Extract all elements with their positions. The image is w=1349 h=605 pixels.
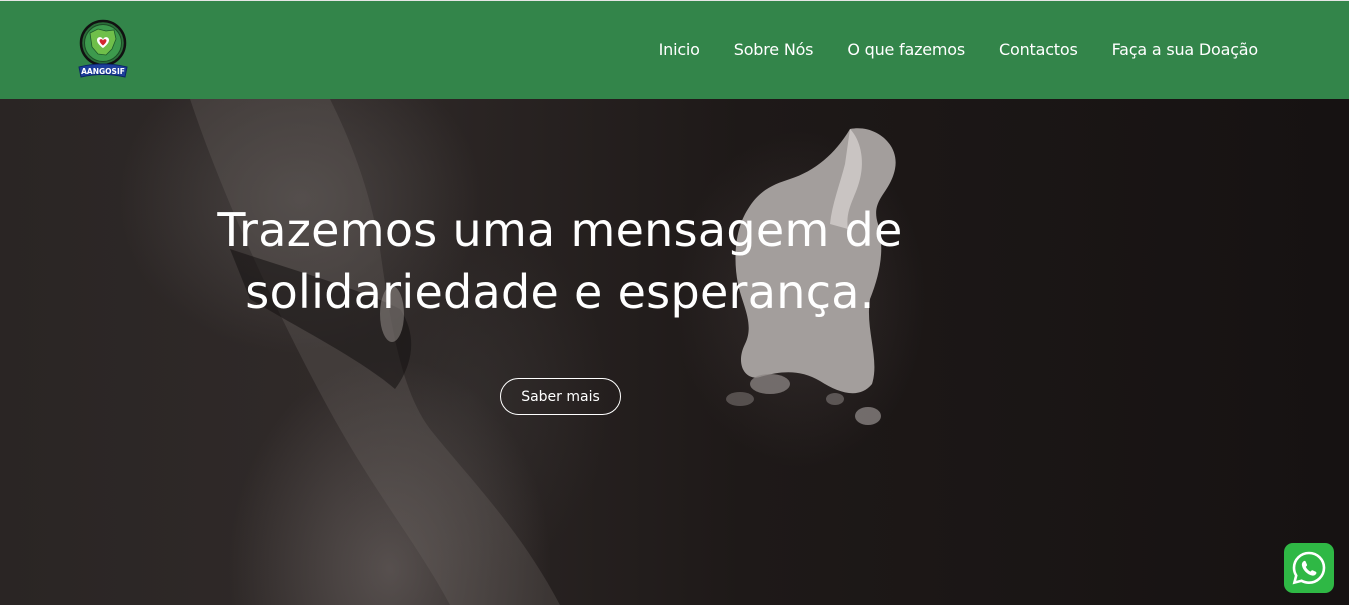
nav-item-doacao: Faça a sua Doação [1112,39,1259,61]
nav-link-inicio[interactable]: Inicio [659,40,700,59]
nav-link-o-que-fazemos[interactable]: O que fazemos [847,40,965,59]
hero-title-line-1: Trazemos uma mensagem de [217,203,903,257]
nav-link-sobre-nos[interactable]: Sobre Nós [734,40,814,59]
hero-background-image [190,99,896,605]
nav-menu: Inicio Sobre Nós O que fazemos Contactos… [659,39,1259,61]
nav-link-contactos[interactable]: Contactos [999,40,1078,59]
top-navbar: AANGOSIF Inicio Sobre Nós O que fazemos … [0,0,1349,99]
hero-title: Trazemos uma mensagem de solidariedade e… [160,199,960,323]
saber-mais-button[interactable]: Saber mais [500,378,621,415]
svg-text:AANGOSIF: AANGOSIF [81,67,125,76]
whatsapp-chat-button[interactable] [1284,543,1334,593]
nav-item-sobre-nos: Sobre Nós [734,39,814,61]
nav-item-o-que-fazemos: O que fazemos [847,39,965,61]
nav-item-contactos: Contactos [999,39,1078,61]
site-logo[interactable]: AANGOSIF [76,19,130,81]
whatsapp-icon [1292,551,1326,585]
nav-item-inicio: Inicio [659,39,700,61]
hero-title-line-2: solidariedade e esperança. [245,265,875,319]
nav-link-doacao[interactable]: Faça a sua Doação [1112,40,1259,59]
hero-section: Trazemos uma mensagem de solidariedade e… [0,99,1349,605]
aangosif-logo-icon: AANGOSIF [78,19,128,78]
